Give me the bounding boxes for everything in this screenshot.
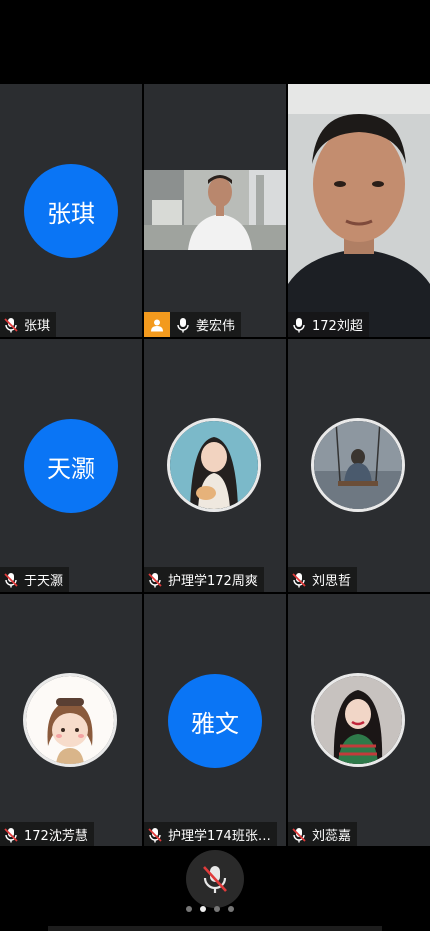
participant-name-bar: 姜宏伟 xyxy=(144,312,242,337)
participant-tile-shenfanghui[interactable]: 172沈芳慧 xyxy=(0,594,142,847)
participant-name-bar: 护理学174班张… xyxy=(144,822,277,847)
page-indicator xyxy=(186,906,234,912)
mic-icon xyxy=(293,317,305,332)
participant-name-bar: 172刘超 xyxy=(288,312,369,337)
avatar xyxy=(167,418,261,512)
avatar xyxy=(23,673,117,767)
participant-tile-liusizhe[interactable]: 刘思哲 xyxy=(288,339,430,592)
participant-name: 172刘超 xyxy=(312,319,363,334)
participant-name: 172沈芳慧 xyxy=(24,829,88,844)
mic-icon xyxy=(177,317,189,332)
participant-name: 护理学174班张… xyxy=(168,829,271,844)
video-grid: 张琪 张琪 姜宏伟 172刘超 天灏 于天灏 护理学172周爽 刘思哲 172沈… xyxy=(0,84,430,847)
avatar: 张琪 xyxy=(24,164,118,258)
top-status-area xyxy=(0,0,430,84)
page-dot[interactable] xyxy=(214,906,220,912)
participant-name: 于天灏 xyxy=(24,574,64,589)
page-dot[interactable] xyxy=(228,906,234,912)
participant-video xyxy=(288,84,430,337)
avatar xyxy=(311,673,405,767)
mic-muted-icon xyxy=(148,572,162,587)
mic-muted-icon xyxy=(4,572,18,587)
participant-tile-liuchao[interactable]: 172刘超 xyxy=(288,84,430,337)
participant-name-bar: 张琪 xyxy=(0,312,57,337)
participant-tile-jianghongwei[interactable]: 姜宏伟 xyxy=(144,84,286,337)
mic-muted-icon xyxy=(148,827,162,842)
participant-name-bar: 172沈芳慧 xyxy=(0,822,94,847)
mute-toggle-button[interactable] xyxy=(186,850,244,908)
participant-name: 刘思哲 xyxy=(312,574,352,589)
avatar xyxy=(311,418,405,512)
participant-name-bar: 于天灏 xyxy=(0,567,70,592)
participant-name: 姜宏伟 xyxy=(196,319,236,334)
participant-name: 张琪 xyxy=(24,319,51,334)
participant-name-bar: 刘蕊嘉 xyxy=(288,822,358,847)
participant-video xyxy=(144,170,286,250)
participant-tile-yawen[interactable]: 雅文 护理学174班张… xyxy=(144,594,286,847)
page-dot[interactable] xyxy=(186,906,192,912)
host-badge-icon xyxy=(144,312,170,337)
mic-muted-icon xyxy=(203,866,227,893)
avatar: 雅文 xyxy=(168,674,262,768)
participant-name-bar: 护理学172周爽 xyxy=(144,567,264,592)
mic-muted-icon xyxy=(4,317,18,332)
participant-name-bar: 刘思哲 xyxy=(288,567,358,592)
participant-tile-liuruijia[interactable]: 刘蕊嘉 xyxy=(288,594,430,847)
mic-muted-icon xyxy=(292,572,306,587)
page-dot-active[interactable] xyxy=(200,906,206,912)
home-indicator[interactable] xyxy=(48,926,382,931)
participant-name: 护理学172周爽 xyxy=(168,574,258,589)
participant-tile-yutianhao[interactable]: 天灏 于天灏 xyxy=(0,339,142,592)
participant-tile-zhangqi[interactable]: 张琪 张琪 xyxy=(0,84,142,337)
mic-muted-icon xyxy=(4,827,18,842)
avatar: 天灏 xyxy=(24,419,118,513)
participant-name: 刘蕊嘉 xyxy=(312,829,352,844)
mic-muted-icon xyxy=(292,827,306,842)
participant-tile-zhoushuang[interactable]: 护理学172周爽 xyxy=(144,339,286,592)
bottom-control-bar xyxy=(0,846,430,931)
